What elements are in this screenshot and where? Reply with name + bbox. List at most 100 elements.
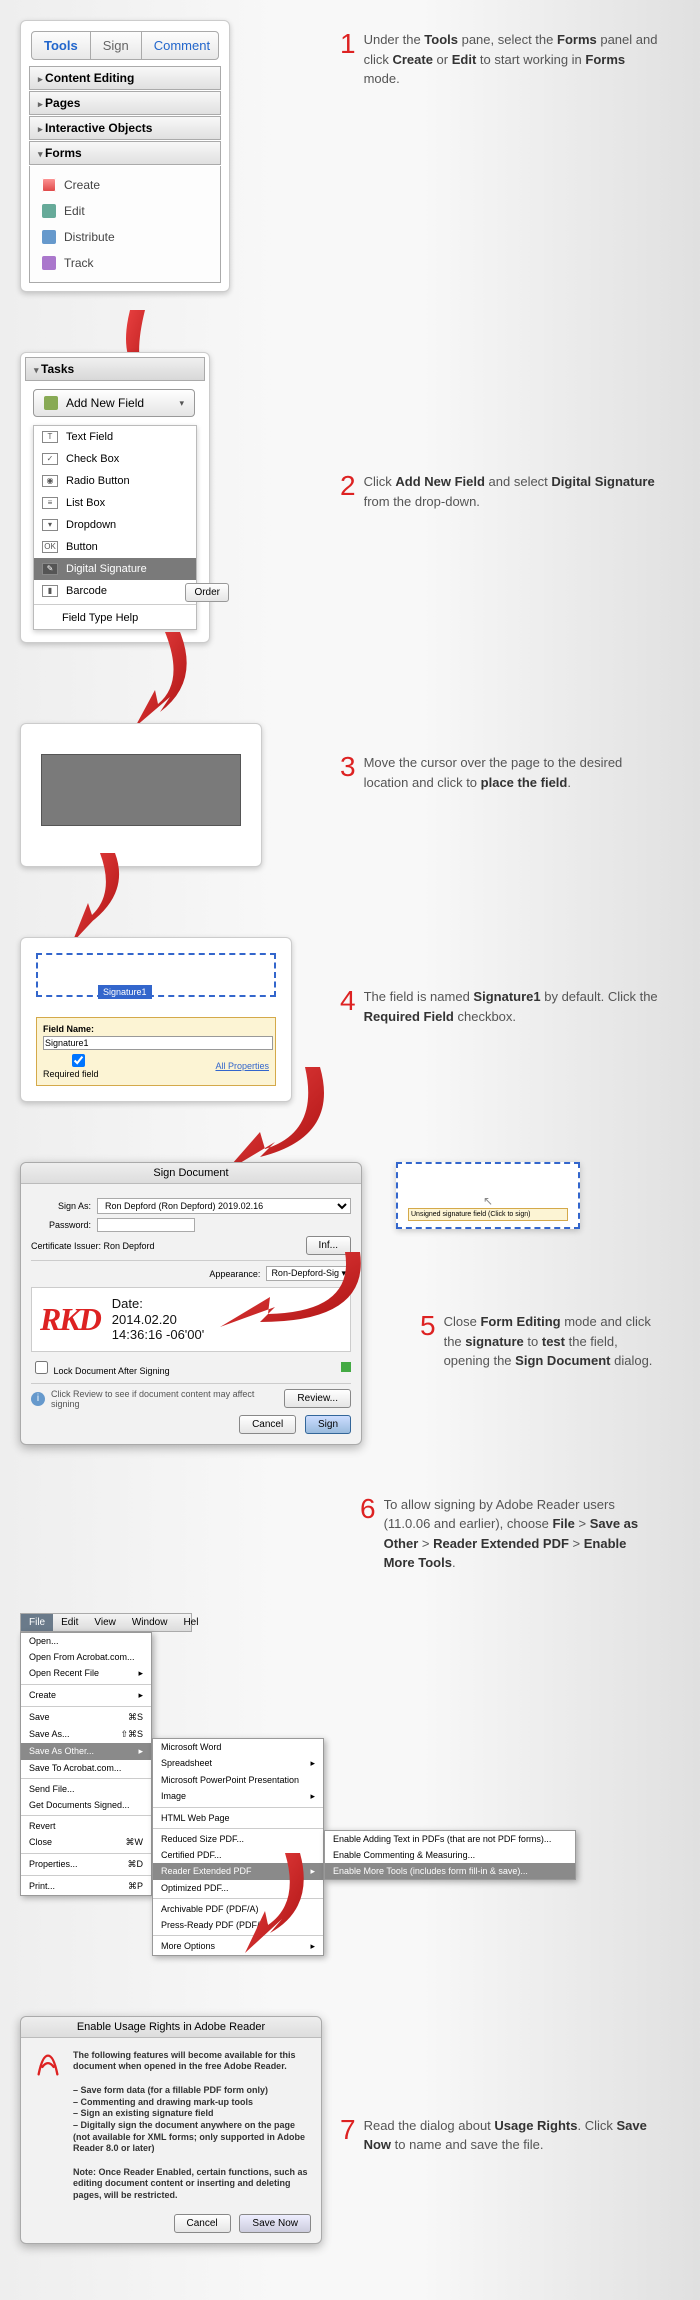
- menu-help[interactable]: Hel: [175, 1614, 206, 1631]
- step-number: 2: [340, 472, 356, 500]
- info-button[interactable]: Inf...: [306, 1236, 351, 1255]
- file-menu: Open... Open From Acrobat.com... Open Re…: [20, 1632, 152, 1896]
- step-number: 6: [360, 1495, 376, 1523]
- forms-track[interactable]: Track: [38, 250, 220, 276]
- field-name-popup: Field Name: Required field All Propertie…: [36, 1017, 276, 1086]
- acc-pages[interactable]: Pages: [29, 91, 221, 115]
- cancel-button[interactable]: Cancel: [174, 2214, 231, 2233]
- field-button[interactable]: OKButton: [34, 536, 196, 558]
- menu-open-recent[interactable]: Open Recent File▸: [21, 1665, 151, 1682]
- step-text: Close Form Editing mode and click the si…: [444, 1312, 660, 1371]
- menu-enable-more-tools[interactable]: Enable More Tools (includes form fill-in…: [325, 1863, 575, 1879]
- forms-edit[interactable]: Edit: [38, 198, 220, 224]
- required-field-checkbox[interactable]: Required field: [43, 1052, 114, 1079]
- step-text: Read the dialog about Usage Rights. Clic…: [364, 2116, 660, 2155]
- forms-distribute[interactable]: Distribute: [38, 224, 220, 250]
- field-checkbox[interactable]: ✓Check Box: [34, 448, 196, 470]
- step-text: To allow signing by Adobe Reader users (…: [384, 1495, 660, 1573]
- review-button[interactable]: Review...: [284, 1389, 351, 1408]
- tab-sign[interactable]: Sign: [91, 32, 142, 59]
- menu-create[interactable]: Create▸: [21, 1687, 151, 1704]
- menu-open[interactable]: Open...: [21, 1633, 151, 1649]
- menu-view[interactable]: View: [86, 1614, 124, 1631]
- unsigned-signature-field[interactable]: ↖ Unsigned signature field (Click to sig…: [396, 1162, 580, 1229]
- step-number: 4: [340, 987, 356, 1015]
- acc-content-editing[interactable]: Content Editing: [29, 66, 221, 90]
- menu-window[interactable]: Window: [124, 1614, 176, 1631]
- acrobat-icon: [33, 2050, 63, 2080]
- unsigned-tooltip: Unsigned signature field (Click to sign): [408, 1208, 568, 1221]
- signature-tag: Signature1: [98, 985, 152, 999]
- tab-order-button[interactable]: Order: [185, 583, 229, 602]
- save-now-button[interactable]: Save Now: [239, 2214, 311, 2233]
- dialog-title: Sign Document: [21, 1163, 361, 1184]
- field-text[interactable]: TText Field: [34, 426, 196, 448]
- menu-save[interactable]: Save⌘S: [21, 1709, 151, 1726]
- menu-file[interactable]: File: [21, 1614, 53, 1631]
- field-name-label: Field Name:: [43, 1024, 269, 1034]
- signature-field[interactable]: Signature1: [36, 953, 276, 997]
- signature-preview: RKD Date: 2014.02.20 14:36:16 -06'00': [31, 1287, 351, 1352]
- field-dropdown[interactable]: ▾Dropdown: [34, 514, 196, 536]
- field-listbox[interactable]: ≡List Box: [34, 492, 196, 514]
- field-type-help[interactable]: Field Type Help: [34, 607, 196, 629]
- acc-interactive-objects[interactable]: Interactive Objects: [29, 116, 221, 140]
- forms-panel: Create Edit Distribute Track: [29, 166, 221, 283]
- menu-ppt[interactable]: Microsoft PowerPoint Presentation: [153, 1772, 323, 1788]
- appearance-select[interactable]: Ron-Depford-Sig ▾: [266, 1266, 351, 1281]
- cancel-button[interactable]: Cancel: [239, 1415, 296, 1434]
- step-text: Click Add New Field and select Digital S…: [364, 472, 660, 511]
- menu-enable-commenting[interactable]: Enable Commenting & Measuring...: [325, 1847, 575, 1863]
- field-type-dropdown: TText Field ✓Check Box ◉Radio Button ≡Li…: [33, 425, 197, 630]
- all-properties-link[interactable]: All Properties: [215, 1061, 269, 1071]
- sign-as-select[interactable]: Ron Depford (Ron Depford) 2019.02.16: [97, 1198, 351, 1214]
- signature-field-editor: Signature1 Field Name: Required field Al…: [20, 937, 292, 1102]
- menu-html[interactable]: HTML Web Page: [153, 1810, 323, 1826]
- field-digital-signature[interactable]: ✎Digital Signature: [34, 558, 196, 580]
- menu-edit[interactable]: Edit: [53, 1614, 86, 1631]
- menu-save-acrobat[interactable]: Save To Acrobat.com...: [21, 1760, 151, 1776]
- cert-issuer: Certificate Issuer: Ron Depford: [31, 1241, 155, 1251]
- menu-optimized[interactable]: Optimized PDF...: [153, 1880, 323, 1896]
- create-icon: [42, 178, 56, 192]
- field-radio[interactable]: ◉Radio Button: [34, 470, 196, 492]
- tasks-header[interactable]: Tasks: [25, 357, 205, 381]
- step-text: Move the cursor over the page to the des…: [364, 753, 660, 792]
- forms-create[interactable]: Create: [38, 172, 220, 198]
- menu-press[interactable]: Press-Ready PDF (PDF/X): [153, 1917, 323, 1933]
- field-barcode[interactable]: ▮Barcode: [34, 580, 196, 602]
- review-message: Click Review to see if document content …: [51, 1389, 272, 1409]
- menu-reader-extended[interactable]: Reader Extended PDF▸: [153, 1863, 323, 1880]
- menu-reduced[interactable]: Reduced Size PDF...: [153, 1831, 323, 1847]
- menu-get-signed[interactable]: Get Documents Signed...: [21, 1797, 151, 1813]
- password-input[interactable]: [97, 1218, 195, 1232]
- tab-comment[interactable]: Comment: [142, 32, 222, 59]
- step-text: Under the Tools pane, select the Forms p…: [364, 30, 660, 89]
- menu-more-options[interactable]: More Options▸: [153, 1938, 323, 1955]
- lock-document-checkbox[interactable]: Lock Document After Signing: [31, 1358, 170, 1377]
- menu-enable-adding-text[interactable]: Enable Adding Text in PDFs (that are not…: [325, 1831, 575, 1847]
- menu-open-acrobat[interactable]: Open From Acrobat.com...: [21, 1649, 151, 1665]
- tasks-pane: Tasks Add New Field TText Field ✓Check B…: [20, 352, 210, 643]
- add-new-field-button[interactable]: Add New Field: [33, 389, 195, 417]
- menu-revert[interactable]: Revert: [21, 1818, 151, 1834]
- menu-image[interactable]: Image▸: [153, 1788, 323, 1805]
- menu-save-as-other[interactable]: Save As Other...▸: [21, 1743, 151, 1760]
- menu-close[interactable]: Close⌘W: [21, 1834, 151, 1851]
- menu-certified[interactable]: Certified PDF...: [153, 1847, 323, 1863]
- menu-print[interactable]: Print...⌘P: [21, 1878, 151, 1895]
- menu-archival[interactable]: Archivable PDF (PDF/A): [153, 1901, 323, 1917]
- menu-send-file[interactable]: Send File...: [21, 1781, 151, 1797]
- field-placement-rect: [41, 754, 241, 826]
- page-canvas[interactable]: [20, 723, 262, 867]
- acc-forms[interactable]: Forms: [29, 141, 221, 165]
- usage-rights-dialog: Enable Usage Rights in Adobe Reader The …: [20, 2016, 322, 2244]
- menu-properties[interactable]: Properties...⌘D: [21, 1856, 151, 1873]
- menu-spreadsheet[interactable]: Spreadsheet▸: [153, 1755, 323, 1772]
- usage-text: The following features will become avail…: [73, 2050, 309, 2202]
- tab-tools[interactable]: Tools: [32, 32, 91, 59]
- menu-save-as[interactable]: Save As...⇧⌘S: [21, 1726, 151, 1743]
- sign-button[interactable]: Sign: [305, 1415, 351, 1434]
- menu-word[interactable]: Microsoft Word: [153, 1739, 323, 1755]
- field-name-input[interactable]: [43, 1036, 273, 1050]
